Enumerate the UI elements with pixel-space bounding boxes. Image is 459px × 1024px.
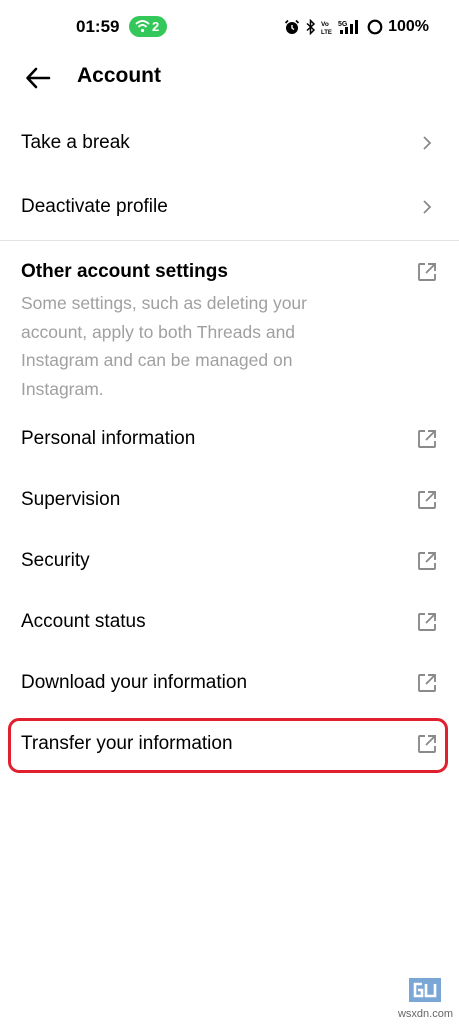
row-label: Deactivate profile [21,196,168,217]
chevron-right-icon [423,200,432,214]
personal-information-row[interactable]: Personal information [0,409,459,469]
section-divider [0,240,459,241]
row-label: Supervision [21,489,121,510]
external-link-icon [418,674,436,692]
svg-text:Vo: Vo [321,21,329,28]
status-bar: 01:59 2 Vo LTE 5G 100% [0,0,459,52]
download-your-information-row[interactable]: Download your information [0,653,459,713]
row-label: Security [21,550,90,571]
row-label: Download your information [21,672,248,693]
external-link-icon [418,613,436,631]
alarm-icon [285,19,300,34]
bluetooth-icon [306,19,316,35]
deactivate-profile-row[interactable]: Deactivate profile [0,177,459,237]
account-status-row[interactable]: Account status [0,592,459,652]
row-label: Personal information [21,428,196,449]
external-link-icon [418,491,436,509]
watermark: wsxdn.com [398,977,453,1020]
signal-5g-icon: 5G [338,20,359,34]
section-description: Some settings, such as deleting your acc… [21,293,307,399]
svg-text:LTE: LTE [321,30,332,35]
status-time: 01:59 [76,17,120,36]
battery-percentage: 100% [388,18,429,35]
wifi-hotspot-icon [135,20,150,33]
external-link-icon [418,552,436,570]
back-arrow-icon[interactable] [24,64,52,92]
row-label: Take a break [21,132,130,153]
take-a-break-row[interactable]: Take a break [0,113,459,173]
hotspot-badge: 2 [129,16,167,37]
security-row[interactable]: Security [0,531,459,591]
hotspot-count: 2 [152,19,160,34]
status-icons: Vo LTE 5G 100% [284,15,429,39]
watermark-text: wsxdn.com [397,1008,453,1020]
section-title: Other account settings [21,261,228,282]
external-link-icon [418,263,436,281]
volte-icon: Vo LTE [321,21,332,35]
other-account-settings[interactable]: Other account settings Some settings, su… [0,252,459,402]
highlight-annotation [8,718,448,773]
page-title: Account [77,64,161,87]
row-label: Account status [21,611,146,632]
watermark-logo-icon [409,978,442,1002]
svg-text:5G: 5G [338,21,348,28]
chevron-right-icon [423,136,432,150]
external-link-icon [418,430,436,448]
app-header: Account [0,52,459,104]
supervision-row[interactable]: Supervision [0,470,459,530]
battery-ring-icon [367,19,383,35]
